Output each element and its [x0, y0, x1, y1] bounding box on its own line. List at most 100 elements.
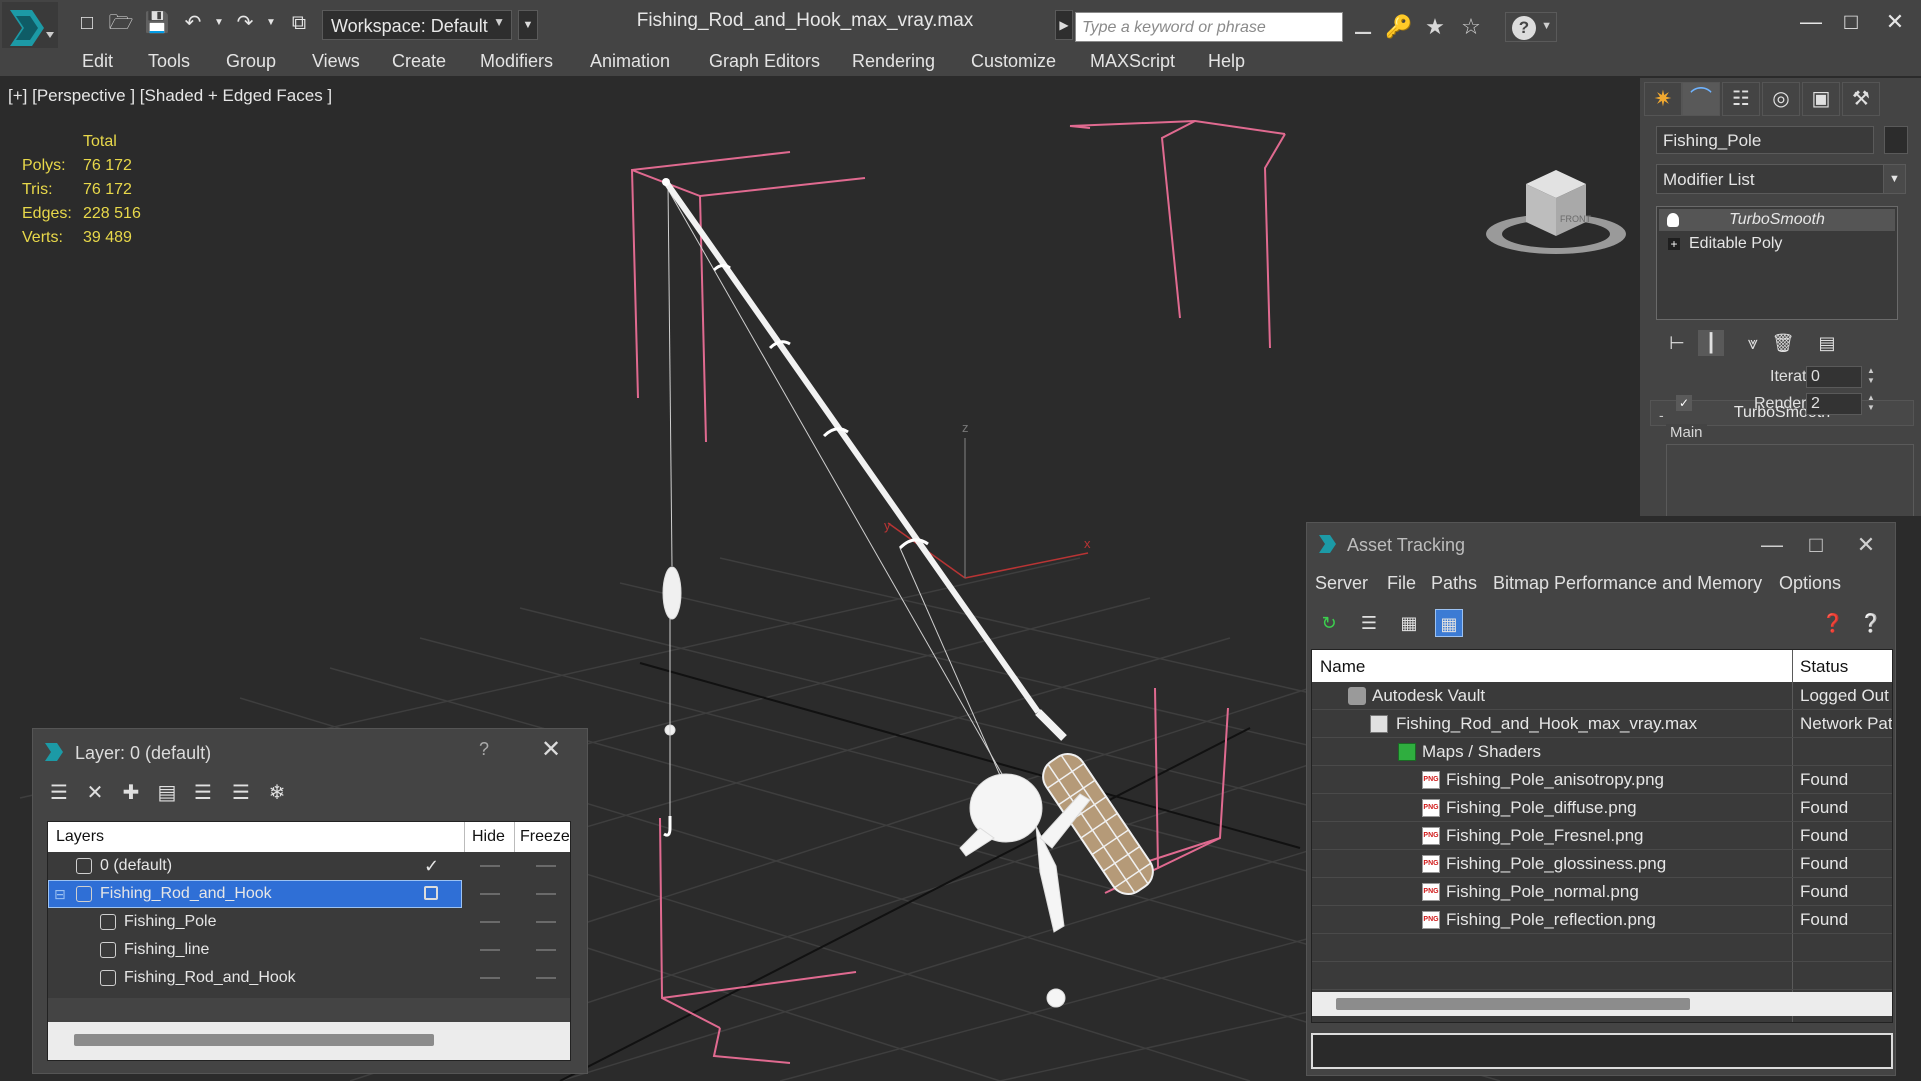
menu-graph-editors[interactable]: Graph Editors	[709, 51, 820, 72]
menu-edit[interactable]: Edit	[82, 51, 113, 72]
table-view-icon[interactable]: ▦	[1435, 609, 1463, 637]
hide-toggle[interactable]	[480, 921, 500, 923]
asset-row[interactable]: PNG Fishing_Pole_diffuse.png Found	[1312, 794, 1892, 822]
search-expand-icon[interactable]: ▶	[1055, 10, 1073, 40]
undo-icon[interactable]: ↶	[180, 10, 206, 36]
motion-tab-icon[interactable]: ◎	[1762, 82, 1800, 116]
redo-icon[interactable]: ↷	[232, 10, 258, 36]
menu-bitmap-performance[interactable]: Bitmap Performance and Memory	[1493, 573, 1762, 594]
asset-row[interactable]: Maps / Shaders	[1312, 738, 1892, 766]
display-tab-icon[interactable]: ▣	[1802, 82, 1840, 116]
save-icon[interactable]: 💾	[144, 10, 170, 36]
spinner-arrows-icon[interactable]: ▲ ▼	[1864, 393, 1878, 415]
freeze-toggle[interactable]	[536, 921, 556, 923]
minimize-icon[interactable]: —	[1747, 527, 1797, 563]
expand-plus-icon[interactable]: +	[1668, 238, 1680, 250]
asset-path-field[interactable]	[1311, 1033, 1893, 1069]
freeze-toggle[interactable]	[536, 893, 556, 895]
keys-icon[interactable]: 🔑	[1384, 12, 1414, 42]
object-name-field[interactable]: Fishing_Pole	[1656, 126, 1874, 154]
modify-tab-icon[interactable]: ⌒	[1682, 82, 1720, 116]
column-header-freeze[interactable]: Freeze	[520, 828, 570, 846]
modifier-list-dropdown[interactable]: Modifier List ▼	[1656, 164, 1906, 194]
close-icon[interactable]: ✕	[541, 735, 561, 764]
hide-toggle[interactable]	[480, 949, 500, 951]
menu-server[interactable]: Server	[1315, 573, 1368, 594]
column-header-status[interactable]: Status	[1800, 657, 1848, 677]
help-icon[interactable]: ❓	[1819, 609, 1847, 637]
remove-modifier-icon[interactable]: 🗑	[1770, 330, 1796, 356]
menu-group[interactable]: Group	[226, 51, 276, 72]
close-icon[interactable]: ✕	[1870, 4, 1920, 40]
hide-toggle[interactable]	[480, 865, 500, 867]
close-icon[interactable]: ✕	[1841, 527, 1891, 563]
render-iters-spinner[interactable]: 2	[1806, 393, 1862, 415]
menu-rendering[interactable]: Rendering	[852, 51, 935, 72]
asset-row[interactable]: PNG Fishing_Pole_reflection.png Found	[1312, 906, 1892, 934]
thumbnail-view-icon[interactable]: ▦	[1395, 609, 1423, 637]
menu-paths[interactable]: Paths	[1431, 573, 1477, 594]
communication-center-icon[interactable]: ★	[1420, 12, 1450, 42]
column-header-layers[interactable]: Layers	[56, 828, 104, 846]
hide-all-layers-icon[interactable]: ☰	[227, 779, 255, 807]
redo-dropdown-icon[interactable]: ▼	[258, 10, 284, 36]
binoculars-icon[interactable]: ⚊	[1348, 12, 1378, 42]
pin-stack-icon[interactable]: ⊢	[1664, 330, 1690, 356]
delete-layer-icon[interactable]: ✕	[81, 779, 109, 807]
configure-modifier-sets-icon[interactable]: ▤	[1814, 330, 1840, 356]
lightbulb-icon[interactable]	[1667, 213, 1679, 227]
asset-row[interactable]: Autodesk Vault Logged Out	[1312, 682, 1892, 710]
layer-row[interactable]: ⊟ Fishing_Rod_and_Hook	[48, 880, 570, 908]
search-input[interactable]: Type a keyword or phrase	[1075, 12, 1343, 42]
asset-row[interactable]: PNG Fishing_Pole_normal.png Found	[1312, 878, 1892, 906]
column-header-name[interactable]: Name	[1320, 657, 1365, 677]
project-folder-icon[interactable]: ⧉	[286, 10, 312, 36]
stack-item-editable-poly[interactable]: + Editable Poly	[1659, 233, 1895, 255]
create-tab-icon[interactable]: ✷	[1644, 82, 1682, 116]
app-logo[interactable]	[2, 2, 58, 54]
make-active-layer-icon[interactable]	[424, 886, 438, 900]
iterations-spinner[interactable]: 0	[1806, 366, 1862, 388]
hide-toggle[interactable]	[480, 893, 500, 895]
context-help-icon[interactable]: ❔	[1857, 609, 1885, 637]
horizontal-scrollbar[interactable]	[74, 1034, 434, 1046]
add-to-layer-icon[interactable]: ✚	[117, 779, 145, 807]
undo-dropdown-icon[interactable]: ▼	[206, 10, 232, 36]
list-view-icon[interactable]: ☰	[1355, 609, 1383, 637]
maximize-icon[interactable]: □	[1791, 527, 1841, 563]
freeze-toggle[interactable]	[536, 949, 556, 951]
horizontal-scrollbar[interactable]	[1336, 998, 1690, 1010]
hide-toggle[interactable]	[480, 977, 500, 979]
refresh-icon[interactable]: ↻	[1315, 609, 1343, 637]
menu-modifiers[interactable]: Modifiers	[480, 51, 553, 72]
spinner-arrows-icon[interactable]: ▲ ▼	[1864, 366, 1878, 388]
menu-tools[interactable]: Tools	[148, 51, 190, 72]
menu-options[interactable]: Options	[1779, 573, 1841, 594]
select-objects-icon[interactable]: ▤	[153, 779, 181, 807]
freeze-toggle[interactable]	[536, 977, 556, 979]
help-button[interactable]: ? ▼	[1505, 12, 1557, 42]
asset-row[interactable]: Fishing_Rod_and_Hook_max_vray.max Networ…	[1312, 710, 1892, 738]
layer-row[interactable]: Fishing_Pole	[48, 908, 570, 936]
column-header-hide[interactable]: Hide	[472, 828, 505, 846]
asset-row[interactable]: PNG Fishing_Pole_anisotropy.png Found	[1312, 766, 1892, 794]
menu-file[interactable]: File	[1387, 573, 1416, 594]
menu-animation[interactable]: Animation	[590, 51, 670, 72]
freeze-all-layers-icon[interactable]: ❄	[263, 779, 291, 807]
render-iters-checkbox[interactable]: ✓	[1676, 395, 1692, 411]
object-color-swatch[interactable]	[1884, 126, 1908, 154]
utilities-tab-icon[interactable]: ⚒	[1842, 82, 1880, 116]
menu-views[interactable]: Views	[312, 51, 360, 72]
layer-row[interactable]: Fishing_Rod_and_Hook	[48, 964, 570, 992]
collapse-icon[interactable]: ⊟	[54, 880, 66, 908]
freeze-toggle[interactable]	[536, 865, 556, 867]
new-layer-icon[interactable]: ☰	[45, 779, 73, 807]
stack-item-turbosmooth[interactable]: TurboSmooth	[1659, 209, 1895, 231]
highlight-layer-icon[interactable]: ☰	[189, 779, 217, 807]
new-file-icon[interactable]: □	[74, 10, 100, 36]
workspace-menu-icon[interactable]: ▼	[518, 10, 538, 40]
active-layer-check-icon[interactable]: ✓	[424, 852, 439, 880]
menu-customize[interactable]: Customize	[971, 51, 1056, 72]
help-icon[interactable]: ?	[479, 739, 489, 760]
favorites-star-icon[interactable]: ☆	[1456, 12, 1486, 42]
